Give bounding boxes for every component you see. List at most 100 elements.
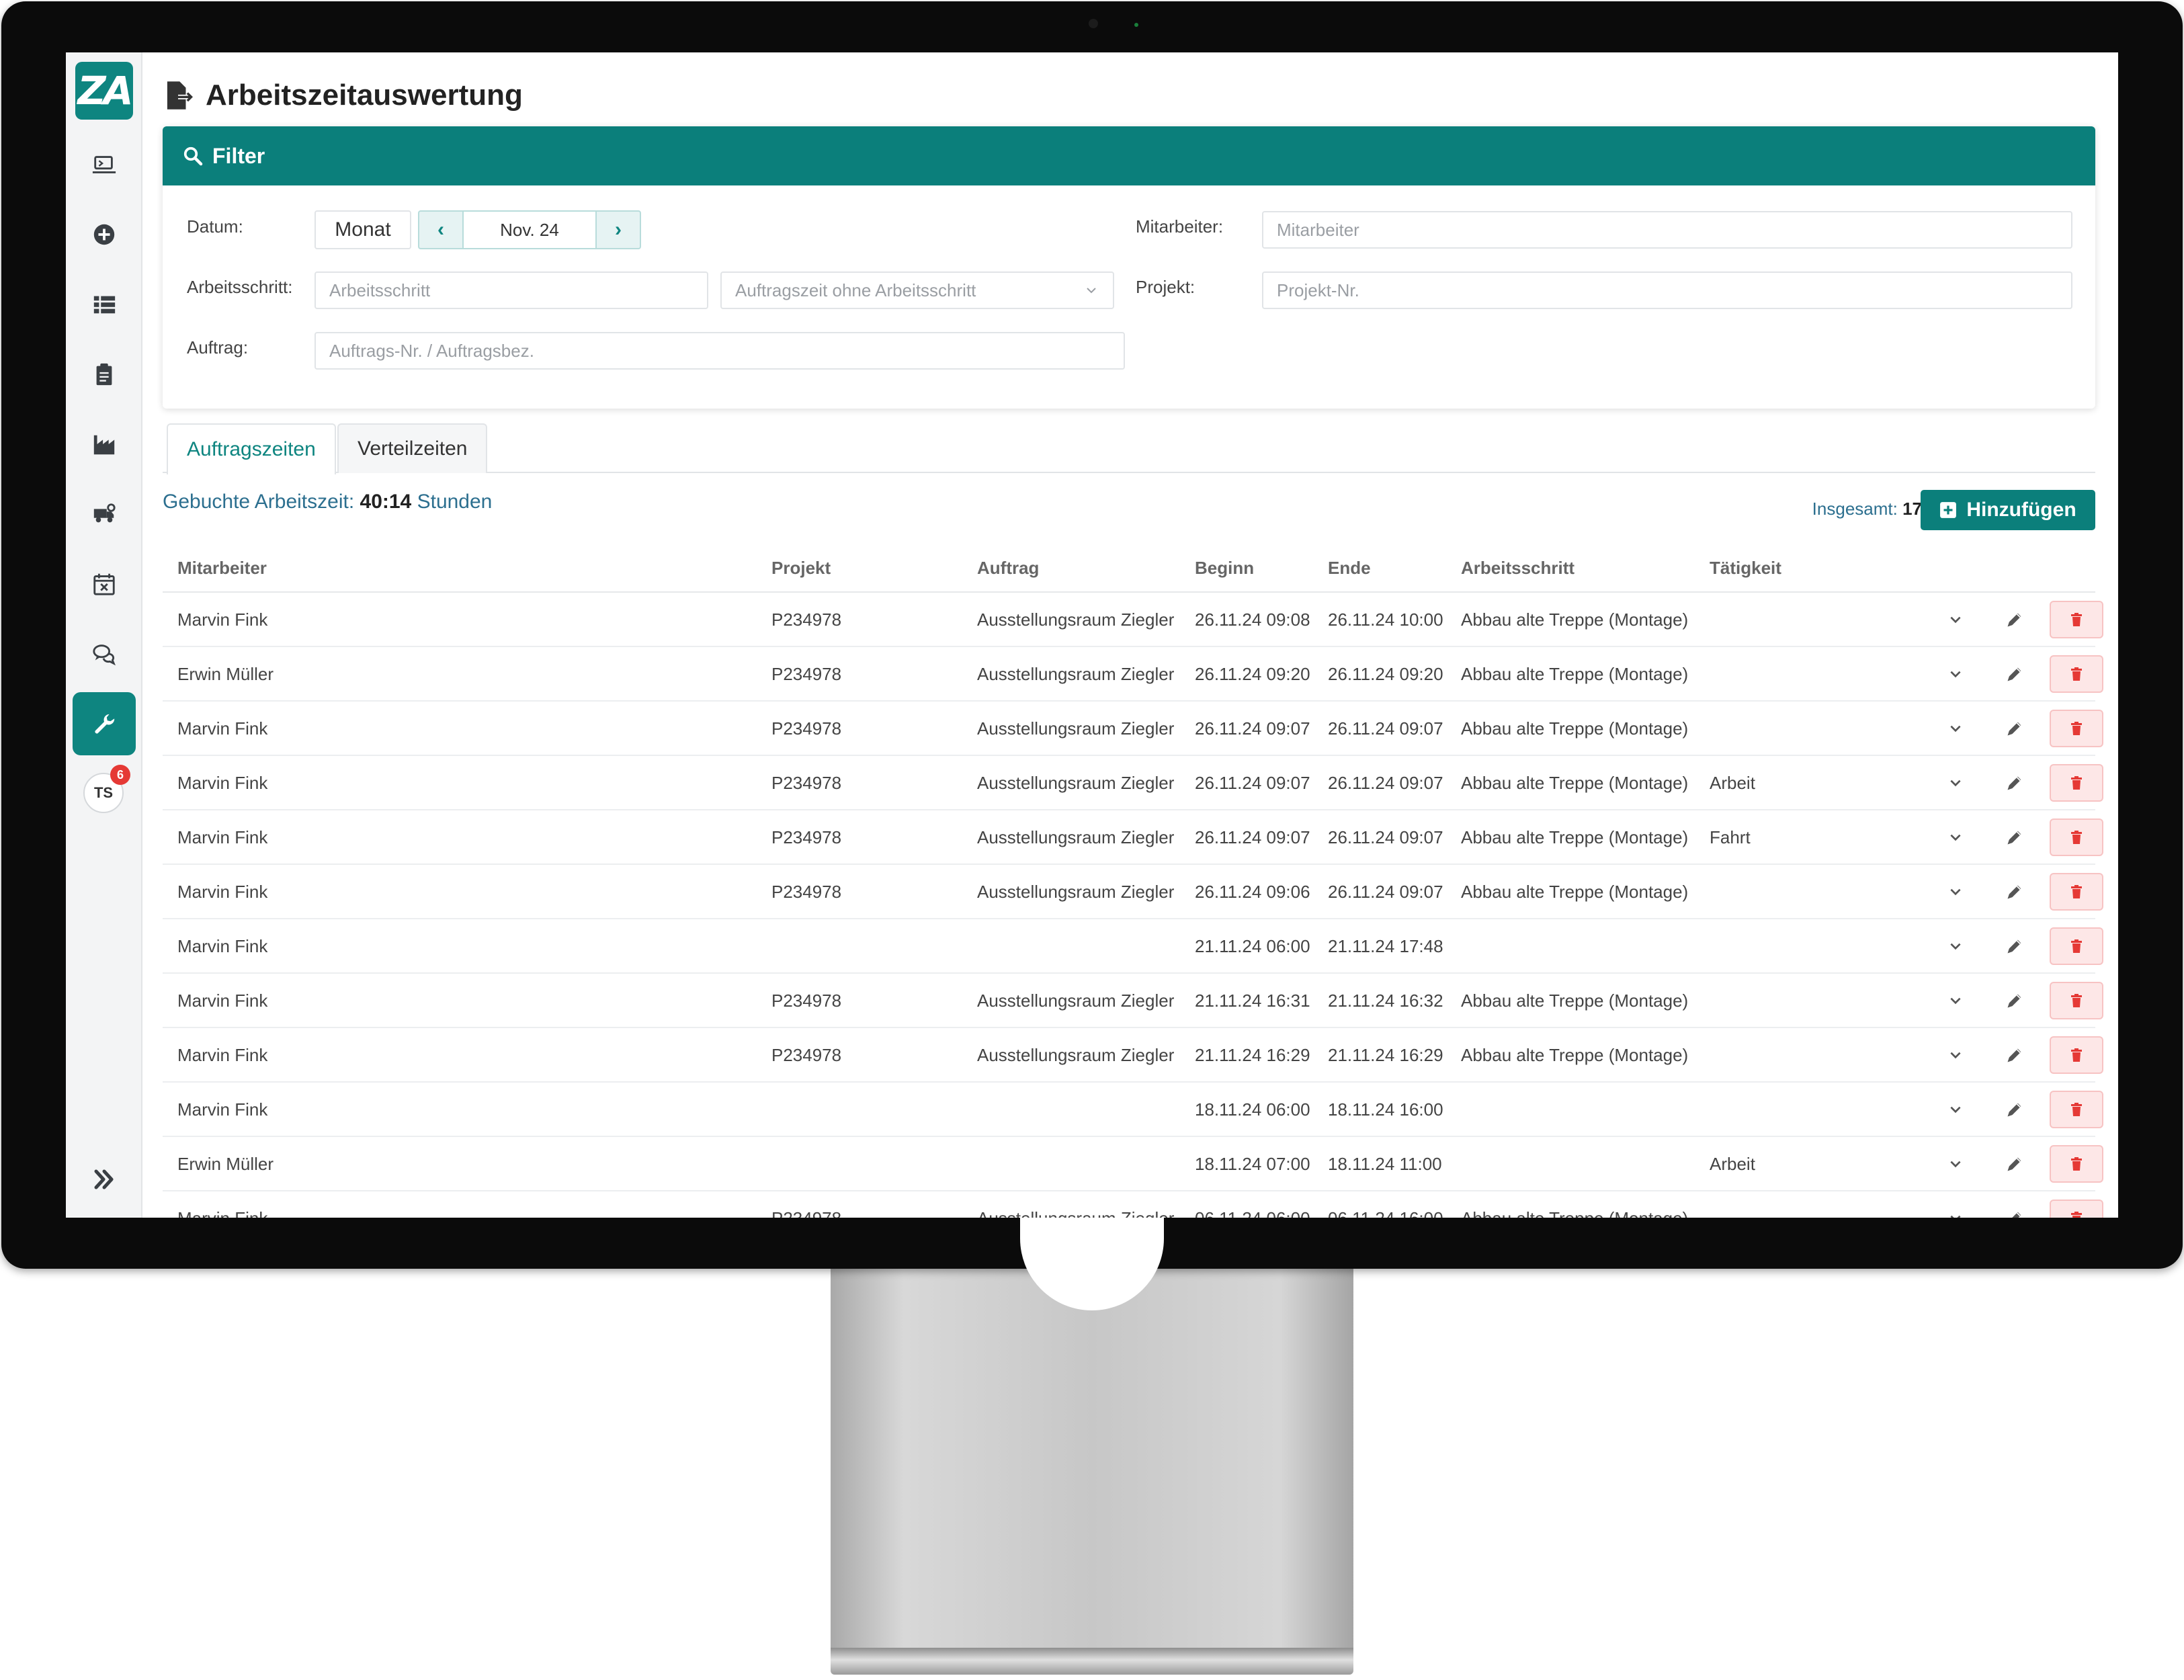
delete-button[interactable] bbox=[2050, 927, 2103, 965]
delete-button[interactable] bbox=[2050, 601, 2103, 638]
table-row[interactable]: Marvin Fink P234978 Ausstellungsraum Ziegl… bbox=[163, 1191, 2103, 1218]
employee-input[interactable]: Mitarbeiter bbox=[1262, 211, 2072, 249]
expand-row-button[interactable] bbox=[1943, 771, 1968, 795]
edit-button[interactable] bbox=[2003, 607, 2027, 632]
edit-button[interactable] bbox=[2003, 662, 2027, 686]
table-row[interactable]: Marvin Fink P234978 Ausstellungsraum Ziegl… bbox=[163, 1028, 2103, 1083]
table-row[interactable]: Marvin Fink 18.11.24 06:00 18.11.24 16:00 bbox=[163, 1083, 2103, 1137]
project-input[interactable]: Projekt-Nr. bbox=[1262, 271, 2072, 309]
pencil-icon bbox=[2007, 1157, 2021, 1171]
sidebar-item-production[interactable] bbox=[73, 413, 136, 476]
previous-month-button[interactable]: ‹ bbox=[418, 210, 464, 249]
chevron-right-icon: › bbox=[615, 218, 622, 241]
sidebar-item-messages[interactable] bbox=[73, 622, 136, 685]
cell-project: P234978 bbox=[771, 827, 842, 847]
expand-sidebar-button[interactable] bbox=[86, 1161, 122, 1198]
table-header: Mitarbeiter Projekt Auftrag Beginn Ende … bbox=[163, 543, 2095, 593]
table-row[interactable]: Erwin Müller 18.11.24 07:00 18.11.24 11:00… bbox=[163, 1137, 2103, 1191]
sidebar-item-list[interactable] bbox=[73, 273, 136, 336]
cell-project: P234978 bbox=[771, 1044, 842, 1065]
column-header-start[interactable]: Beginn bbox=[1195, 543, 1254, 593]
order-label: Auftrag: bbox=[187, 337, 249, 358]
edit-button[interactable] bbox=[2003, 1152, 2027, 1176]
delete-button[interactable] bbox=[2050, 1036, 2103, 1074]
sidebar-item-time-tracking[interactable] bbox=[73, 133, 136, 196]
edit-button[interactable] bbox=[2003, 989, 2027, 1013]
date-label: Datum: bbox=[187, 216, 243, 237]
period-select-button[interactable]: Monat bbox=[314, 210, 411, 249]
sidebar-item-add[interactable] bbox=[73, 203, 136, 266]
filter-title: Filter bbox=[212, 143, 265, 168]
delete-button[interactable] bbox=[2050, 982, 2103, 1019]
column-header-end[interactable]: Ende bbox=[1328, 543, 1371, 593]
delete-button[interactable] bbox=[2050, 1091, 2103, 1128]
delete-button[interactable] bbox=[2050, 655, 2103, 693]
edit-button[interactable] bbox=[2003, 880, 2027, 904]
trash-icon bbox=[2071, 831, 2082, 844]
cell-step: Abbau alte Treppe (Montage) bbox=[1461, 1191, 1688, 1218]
step-input[interactable]: Arbeitsschritt bbox=[314, 271, 708, 309]
column-header-order[interactable]: Auftrag bbox=[977, 543, 1039, 593]
expand-row-button[interactable] bbox=[1943, 825, 1968, 849]
employee-label: Mitarbeiter: bbox=[1136, 216, 1224, 237]
trash-icon bbox=[2071, 994, 2082, 1007]
order-input[interactable]: Auftrags-Nr. / Auftragsbez. bbox=[314, 332, 1125, 370]
tab-verteilzeiten[interactable]: Verteilzeiten bbox=[337, 423, 488, 473]
column-header-project[interactable]: Projekt bbox=[771, 543, 831, 593]
delete-button[interactable] bbox=[2050, 710, 2103, 747]
app-logo[interactable]: ZA bbox=[75, 62, 133, 120]
edit-button[interactable] bbox=[2003, 771, 2027, 795]
step-type-select[interactable]: Auftragszeit ohne Arbeitsschritt bbox=[720, 271, 1114, 309]
table-row[interactable]: Marvin Fink P234978 Ausstellungsraum Ziegl… bbox=[163, 593, 2103, 647]
pencil-icon bbox=[2007, 994, 2021, 1008]
expand-row-button[interactable] bbox=[1943, 662, 1968, 686]
trash-icon bbox=[2071, 1048, 2082, 1062]
expand-row-button[interactable] bbox=[1943, 989, 1968, 1013]
filter-header[interactable]: Filter bbox=[163, 126, 2095, 185]
expand-row-button[interactable] bbox=[1943, 1043, 1968, 1067]
delete-button[interactable] bbox=[2050, 764, 2103, 802]
sidebar-item-vehicles[interactable] bbox=[73, 482, 136, 546]
trash-icon bbox=[2071, 667, 2082, 681]
edit-button[interactable] bbox=[2003, 1043, 2027, 1067]
delete-button[interactable] bbox=[2050, 1200, 2103, 1218]
edit-button[interactable] bbox=[2003, 1206, 2027, 1218]
cell-employee: Marvin Fink bbox=[177, 1191, 267, 1218]
expand-row-button[interactable] bbox=[1943, 716, 1968, 741]
sidebar-item-clipboard[interactable] bbox=[73, 343, 136, 406]
chevron-down-icon bbox=[1950, 1106, 1961, 1114]
tab-auftragszeiten[interactable]: Auftragszeiten bbox=[167, 423, 336, 474]
cell-step: Abbau alte Treppe (Montage) bbox=[1461, 990, 1689, 1011]
table-row[interactable]: Marvin Fink P234978 Ausstellungsraum Ziegl… bbox=[163, 974, 2103, 1028]
table-row[interactable]: Marvin Fink P234978 Ausstellungsraum Ziegl… bbox=[163, 865, 2103, 919]
expand-row-button[interactable] bbox=[1943, 1097, 1968, 1122]
next-month-button[interactable]: › bbox=[595, 210, 641, 249]
edit-button[interactable] bbox=[2003, 934, 2027, 958]
expand-row-button[interactable] bbox=[1943, 1206, 1968, 1218]
table-row[interactable]: Marvin Fink P234978 Ausstellungsraum Ziegl… bbox=[163, 810, 2103, 865]
delete-button[interactable] bbox=[2050, 818, 2103, 856]
table-row[interactable]: Marvin Fink P234978 Ausstellungsraum Ziegl… bbox=[163, 702, 2103, 756]
sidebar-item-tools[interactable] bbox=[73, 692, 136, 755]
add-button[interactable]: Hinzufügen bbox=[1921, 490, 2095, 530]
cell-employee: Marvin Fink bbox=[177, 990, 268, 1011]
column-header-employee[interactable]: Mitarbeiter bbox=[177, 543, 267, 593]
edit-button[interactable] bbox=[2003, 716, 2027, 741]
delete-button[interactable] bbox=[2050, 1145, 2103, 1183]
table-row[interactable]: Marvin Fink 21.11.24 06:00 21.11.24 17:48 bbox=[163, 919, 2103, 974]
trash-icon bbox=[2071, 939, 2082, 953]
column-header-activity[interactable]: Tätigkeit bbox=[1710, 543, 1781, 593]
expand-row-button[interactable] bbox=[1943, 607, 1968, 632]
table-row[interactable]: Marvin Fink P234978 Ausstellungsraum Ziegl… bbox=[163, 756, 2103, 810]
edit-button[interactable] bbox=[2003, 825, 2027, 849]
factory-icon bbox=[93, 435, 115, 455]
column-header-step[interactable]: Arbeitsschritt bbox=[1461, 543, 1574, 593]
expand-row-button[interactable] bbox=[1943, 1152, 1968, 1176]
table-row[interactable]: Erwin Müller P234978 Ausstellungsraum Zieg… bbox=[163, 647, 2103, 702]
edit-button[interactable] bbox=[2003, 1097, 2027, 1122]
expand-row-button[interactable] bbox=[1943, 934, 1968, 958]
delete-button[interactable] bbox=[2050, 873, 2103, 911]
sidebar-item-calendar[interactable] bbox=[73, 552, 136, 616]
expand-row-button[interactable] bbox=[1943, 880, 1968, 904]
page-title-text: Arbeitszeitauswertung bbox=[206, 79, 523, 112]
